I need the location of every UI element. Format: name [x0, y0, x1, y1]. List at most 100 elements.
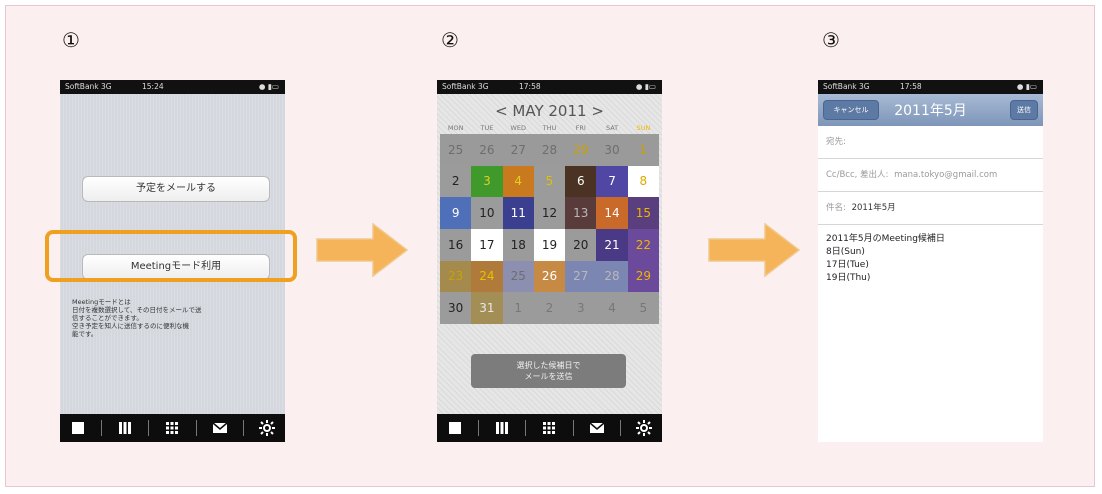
step-number-3: ③: [822, 28, 840, 52]
tab-divider: [243, 420, 245, 436]
weekday-label: FRI: [575, 124, 586, 132]
calendar-day-cell[interactable]: 1: [502, 292, 534, 324]
day-view-icon[interactable]: [66, 417, 90, 439]
weekday-label: TUE: [480, 124, 494, 132]
month-title[interactable]: < MAY 2011 >: [437, 102, 662, 120]
description-line: 空き予定を知人に送信するのに便利な機: [72, 322, 189, 330]
phone-screen-2: SoftBank 3G 17:58 ● ▮▭ < MAY 2011 > MON …: [437, 80, 662, 442]
description-line: 信することができます。: [72, 314, 143, 322]
battery-icon: ● ▮▭: [635, 82, 656, 91]
mail-body-line: 19日(Thu): [826, 273, 871, 283]
arrow-right-icon: [316, 222, 409, 278]
calendar-grid: 25 26 27 28 29 30 1 2 3 4 5 6 7 8 9 10 11 12 13 14 15 16 17 18 1…: [440, 134, 659, 324]
settings-icon[interactable]: [255, 417, 279, 439]
weekday-label-sunday: SUN: [636, 124, 651, 132]
calendar-day-cell[interactable]: 17: [471, 228, 503, 261]
calendar-day-cell[interactable]: 19: [533, 228, 566, 261]
description-line: Meetingモードとは: [72, 298, 131, 306]
tab-divider: [195, 420, 197, 436]
calendar-day-cell[interactable]: 29: [627, 260, 659, 293]
status-bar: SoftBank 3G 15:24 ● ▮▭: [60, 80, 285, 94]
calendar-day-cell[interactable]: 2: [440, 165, 472, 198]
calendar-day-cell[interactable]: 20: [565, 228, 597, 261]
mail-body[interactable]: 2011年5月のMeeting候補日 8日(Sun) 17日(Tue) 19日(…: [818, 225, 1043, 293]
step-number-1: ①: [62, 28, 80, 52]
calendar-day-cell[interactable]: 23: [440, 260, 472, 293]
battery-icon: ● ▮▭: [1016, 82, 1037, 91]
mail-compose-body: 宛先: Cc/Bcc, 差出人: mana.tokyo@gmail.com 件名…: [818, 126, 1043, 442]
carrier-label: SoftBank 3G: [823, 82, 870, 91]
to-label: 宛先:: [826, 137, 846, 147]
mail-body-line: 17日(Tue): [826, 260, 869, 270]
weekday-header: MON TUE WED THU FRI SAT SUN: [440, 124, 659, 132]
subject-label: 件名:: [826, 203, 846, 213]
calendar-day-cell[interactable]: 10: [471, 197, 503, 229]
calendar-day-cell[interactable]: 28: [533, 134, 566, 166]
calendar-day-cell[interactable]: 22: [627, 228, 659, 261]
mail-schedule-button[interactable]: 予定をメールする: [82, 176, 270, 202]
month-view-icon[interactable]: [537, 417, 561, 439]
weekday-label: WED: [510, 124, 526, 132]
weekday-label: MON: [447, 124, 464, 132]
calendar-day-cell[interactable]: 8: [627, 165, 659, 198]
status-bar: SoftBank 3G 17:58 ● ▮▭: [818, 80, 1043, 94]
calendar-day-cell[interactable]: 21: [596, 228, 628, 261]
calendar-day-cell[interactable]: 12: [533, 197, 566, 229]
calendar-day-cell[interactable]: 14: [596, 197, 628, 229]
subject-field[interactable]: 件名: 2011年5月: [818, 192, 1043, 225]
calendar-day-cell[interactable]: 13: [565, 197, 597, 229]
calendar-day-cell[interactable]: 16: [440, 228, 472, 261]
meeting-mode-highlight: [45, 230, 297, 282]
calendar-day-cell[interactable]: 28: [596, 260, 628, 293]
cancel-button[interactable]: キャンセル: [823, 100, 879, 120]
calendar-day-cell[interactable]: 25: [440, 134, 472, 166]
calendar-day-cell[interactable]: 15: [627, 197, 659, 229]
mail-icon[interactable]: [208, 417, 232, 439]
send-button-line: 選択した候補日で: [516, 361, 581, 370]
tab-divider: [148, 420, 150, 436]
cc-field[interactable]: Cc/Bcc, 差出人: mana.tokyo@gmail.com: [818, 159, 1043, 192]
month-view-icon[interactable]: [160, 417, 184, 439]
send-selected-dates-button[interactable]: 選択した候補日で メールを送信: [471, 354, 626, 388]
carrier-label: SoftBank 3G: [442, 82, 489, 91]
calendar-day-cell[interactable]: 2: [533, 292, 566, 324]
week-view-icon[interactable]: [113, 417, 137, 439]
clock-label: 15:24: [142, 82, 164, 91]
description-line: 能です。: [72, 330, 98, 338]
calendar-day-cell[interactable]: 9: [440, 197, 472, 229]
status-bar: SoftBank 3G 17:58 ● ▮▭: [437, 80, 662, 94]
tab-bar: [60, 414, 285, 442]
settings-icon[interactable]: [632, 417, 656, 439]
calendar-day-cell[interactable]: 24: [471, 260, 503, 293]
calendar-day-cell[interactable]: 18: [502, 228, 534, 261]
to-field[interactable]: 宛先:: [818, 126, 1043, 159]
calendar-day-cell[interactable]: 25: [502, 260, 534, 293]
calendar-day-cell[interactable]: 5: [533, 165, 566, 198]
calendar-day-cell[interactable]: 27: [502, 134, 534, 166]
mail-nav-bar: 2011年5月 キャンセル 送信: [818, 94, 1043, 126]
calendar-day-cell[interactable]: 26: [533, 260, 566, 293]
calendar-day-cell[interactable]: 4: [502, 165, 534, 198]
send-button[interactable]: 送信: [1010, 100, 1038, 120]
calendar-day-cell[interactable]: 30: [596, 134, 628, 166]
mail-icon[interactable]: [585, 417, 609, 439]
calendar-day-cell[interactable]: 3: [471, 165, 503, 198]
meeting-description: Meetingモードとは 日付を複数選択して、その日付をメールで送 信することが…: [72, 298, 272, 338]
calendar-day-cell[interactable]: 7: [596, 165, 628, 198]
clock-label: 17:58: [900, 82, 922, 91]
calendar-day-cell[interactable]: 31: [471, 292, 503, 324]
calendar-day-cell[interactable]: 4: [596, 292, 628, 324]
calendar-day-cell[interactable]: 30: [440, 292, 472, 324]
calendar-day-cell[interactable]: 27: [565, 260, 597, 293]
day-view-icon[interactable]: [443, 417, 467, 439]
calendar-day-cell[interactable]: 3: [565, 292, 597, 324]
mail-body-line: 8日(Sun): [826, 247, 865, 257]
week-view-icon[interactable]: [490, 417, 514, 439]
calendar-day-cell[interactable]: 1: [627, 134, 659, 166]
calendar-day-cell[interactable]: 11: [502, 197, 534, 229]
phone-screen-3: SoftBank 3G 17:58 ● ▮▭ 2011年5月 キャンセル 送信 …: [818, 80, 1043, 442]
calendar-day-cell[interactable]: 29: [565, 134, 597, 166]
calendar-day-cell[interactable]: 5: [627, 292, 659, 324]
calendar-day-cell[interactable]: 6: [565, 165, 597, 198]
calendar-day-cell[interactable]: 26: [471, 134, 503, 166]
